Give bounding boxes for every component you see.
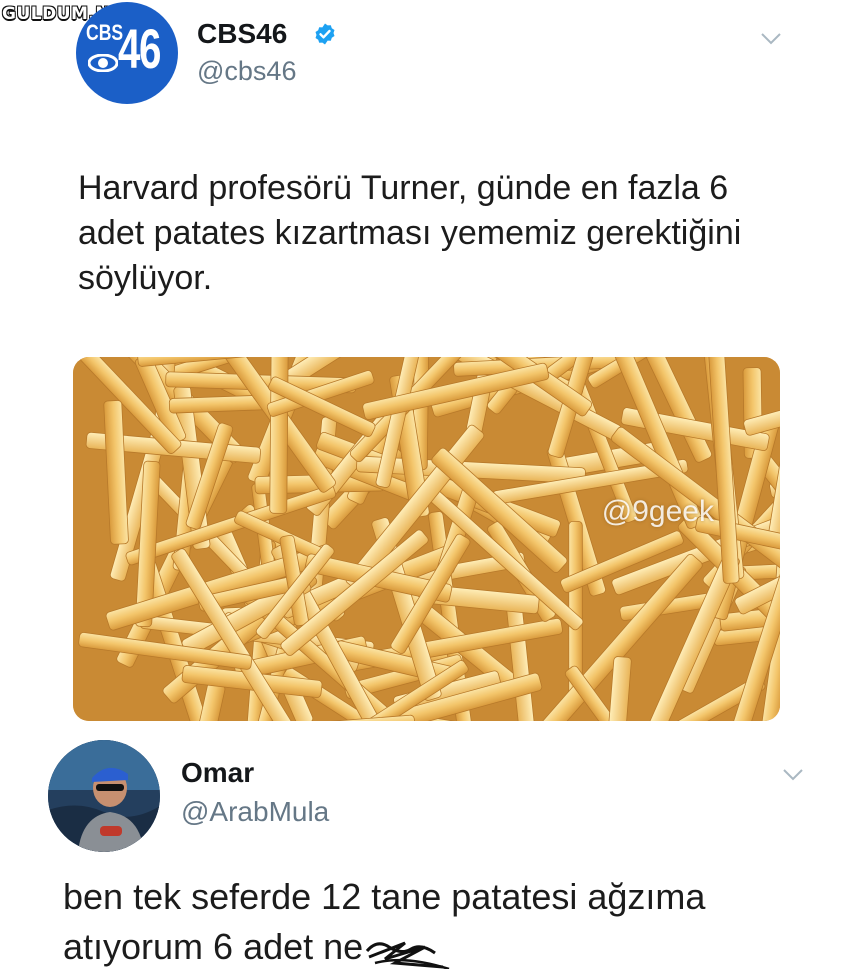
avatar-logo-number: 46 (118, 17, 161, 80)
scribble-redaction-icon (366, 942, 450, 970)
cbs-eye-icon (88, 54, 118, 72)
tweet-media-image[interactable]: @9geek (73, 357, 780, 721)
cbs46-avatar[interactable]: CBS 46 (76, 2, 178, 104)
verified-badge-icon (315, 23, 335, 45)
tweet-author-handle[interactable]: @cbs46 (197, 56, 296, 87)
tweet-author-name[interactable]: CBS46 (197, 18, 287, 50)
reply-text-block: ben tek seferde 12 tane patatesi ağzıma … (63, 872, 823, 972)
french-fries-photo-icon (73, 357, 780, 721)
chevron-down-icon[interactable] (782, 768, 804, 782)
reply-author-handle[interactable]: @ArabMula (181, 796, 329, 828)
tweet-text: Harvard profesörü Turner, günde en fazla… (78, 169, 742, 297)
user-photo-avatar-icon (48, 740, 160, 852)
omar-avatar[interactable] (48, 740, 160, 852)
media-watermark-tag: @9geek (601, 495, 714, 528)
reply-author-name[interactable]: Omar (181, 757, 254, 789)
chevron-down-icon[interactable] (760, 32, 782, 46)
